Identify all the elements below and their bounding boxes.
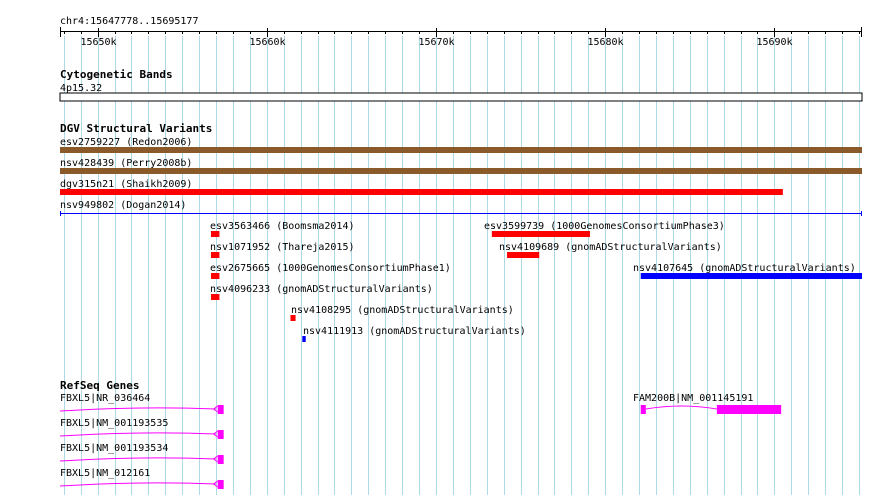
- sv-label[interactable]: nsv1071952 (Thareja2015): [210, 242, 355, 253]
- sv-label[interactable]: dgv315n21 (Shaikh2009): [60, 179, 192, 190]
- gene-exon[interactable]: [217, 480, 224, 489]
- dgv-track-title[interactable]: DGV Structural Variants: [60, 122, 212, 135]
- sv-label[interactable]: nsv4111913 (gnomADStructuralVariants): [303, 326, 526, 337]
- sv-label[interactable]: nsv4096233 (gnomADStructuralVariants): [210, 284, 433, 295]
- sv-bar[interactable]: [290, 315, 296, 321]
- sv-bar[interactable]: [210, 231, 220, 237]
- sv-label[interactable]: nsv4108295 (gnomADStructuralVariants): [291, 305, 514, 316]
- gene-label[interactable]: FAM200B|NM_001145191: [633, 393, 753, 404]
- gene-exon[interactable]: [217, 455, 224, 464]
- sv-label[interactable]: nsv4109689 (gnomADStructuralVariants): [499, 242, 722, 253]
- sv-bar[interactable]: [210, 252, 220, 258]
- gene-exon[interactable]: [716, 405, 782, 414]
- sv-bar[interactable]: [507, 252, 540, 258]
- sv-label[interactable]: nsv4107645 (gnomADStructuralVariants): [633, 263, 856, 274]
- ruler-tick-label: 15650k: [80, 37, 116, 48]
- sv-label[interactable]: nsv949802 (Dogan2014): [60, 200, 186, 211]
- cytoband-label[interactable]: 4p15.32: [60, 83, 102, 94]
- refseq-track-title[interactable]: RefSeq Genes: [60, 379, 139, 392]
- gene-label[interactable]: FBXL5|NM_001193535: [60, 418, 168, 429]
- gene-exon[interactable]: [217, 430, 224, 439]
- gene-label[interactable]: FBXL5|NM_001193534: [60, 443, 168, 454]
- cytoband-bar[interactable]: [59, 92, 863, 102]
- sv-bar[interactable]: [640, 273, 862, 279]
- gene-label[interactable]: FBXL5|NR_036464: [60, 393, 150, 404]
- refseq-track: RefSeq Genes FBXL5|NR_036464 FBXL5|NM_001…: [59, 379, 782, 489]
- sv-label[interactable]: esv3599739 (1000GenomesConsortiumPhase3): [484, 221, 725, 232]
- gene-exon[interactable]: [640, 405, 646, 414]
- gene-intron-line: [59, 482, 216, 487]
- ruler-tick-label: 15660k: [249, 37, 285, 48]
- gene-intron-line: [59, 457, 216, 462]
- ruler-tick-label: 15670k: [418, 37, 454, 48]
- browser-canvas: chr4:15647778..15695177 15650k 15660k 1567…: [59, 16, 863, 495]
- ruler-tick-label: 15680k: [587, 37, 623, 48]
- gene-label[interactable]: FBXL5|NM_012161: [60, 468, 150, 479]
- sv-bar[interactable]: [302, 336, 306, 342]
- ruler-tick-label: 15690k: [756, 37, 792, 48]
- region-label: chr4:15647778..15695177: [60, 16, 198, 27]
- sv-bar[interactable]: [210, 294, 220, 300]
- sv-label[interactable]: esv3563466 (Boomsma2014): [210, 221, 355, 232]
- sv-bar[interactable]: [491, 231, 590, 237]
- gene-intron-line: [59, 407, 216, 412]
- gene-exon[interactable]: [217, 405, 224, 414]
- sv-bar[interactable]: [60, 168, 862, 174]
- gene-intron-line: [59, 432, 216, 437]
- sv-bar[interactable]: [210, 273, 220, 279]
- sv-label[interactable]: esv2759227 (Redon2006): [60, 137, 192, 148]
- sv-label[interactable]: esv2675665 (1000GenomesConsortiumPhase1): [210, 263, 451, 274]
- sv-bar[interactable]: [60, 147, 862, 153]
- cytoband-track-title[interactable]: Cytogenetic Bands: [60, 68, 173, 81]
- sv-bar[interactable]: [60, 189, 783, 195]
- sv-label[interactable]: nsv428439 (Perry2008b): [60, 158, 192, 169]
- genome-browser: chr4:15647778..15695177 15650k 15660k 1567…: [0, 0, 890, 495]
